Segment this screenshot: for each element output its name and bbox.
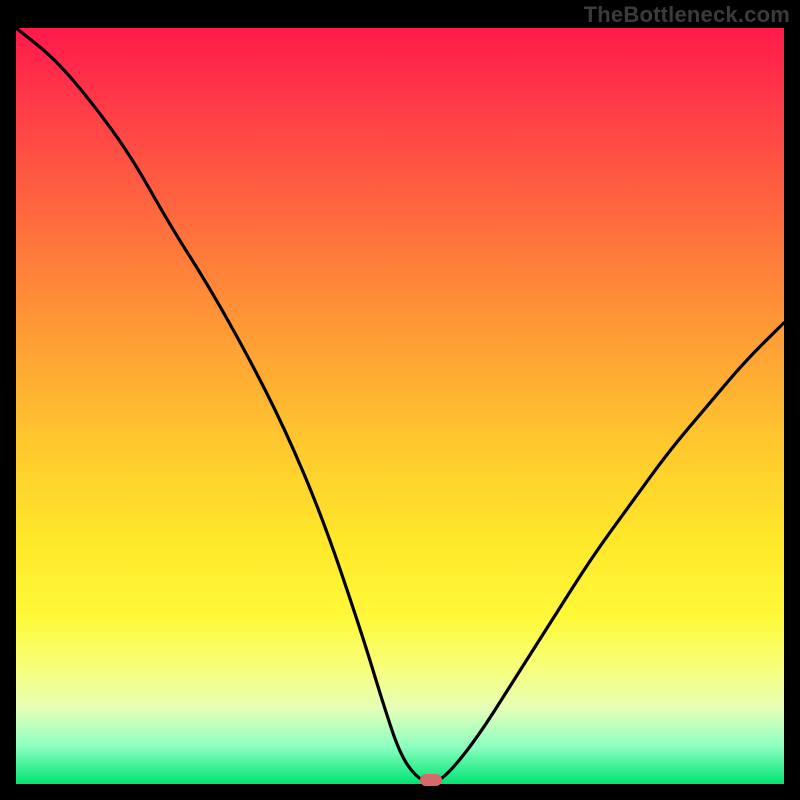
minimum-marker — [420, 774, 442, 786]
watermark-text: TheBottleneck.com — [584, 2, 790, 28]
chart-frame: TheBottleneck.com — [0, 0, 800, 800]
bottleneck-curve — [16, 28, 784, 784]
plot-area — [16, 28, 784, 784]
